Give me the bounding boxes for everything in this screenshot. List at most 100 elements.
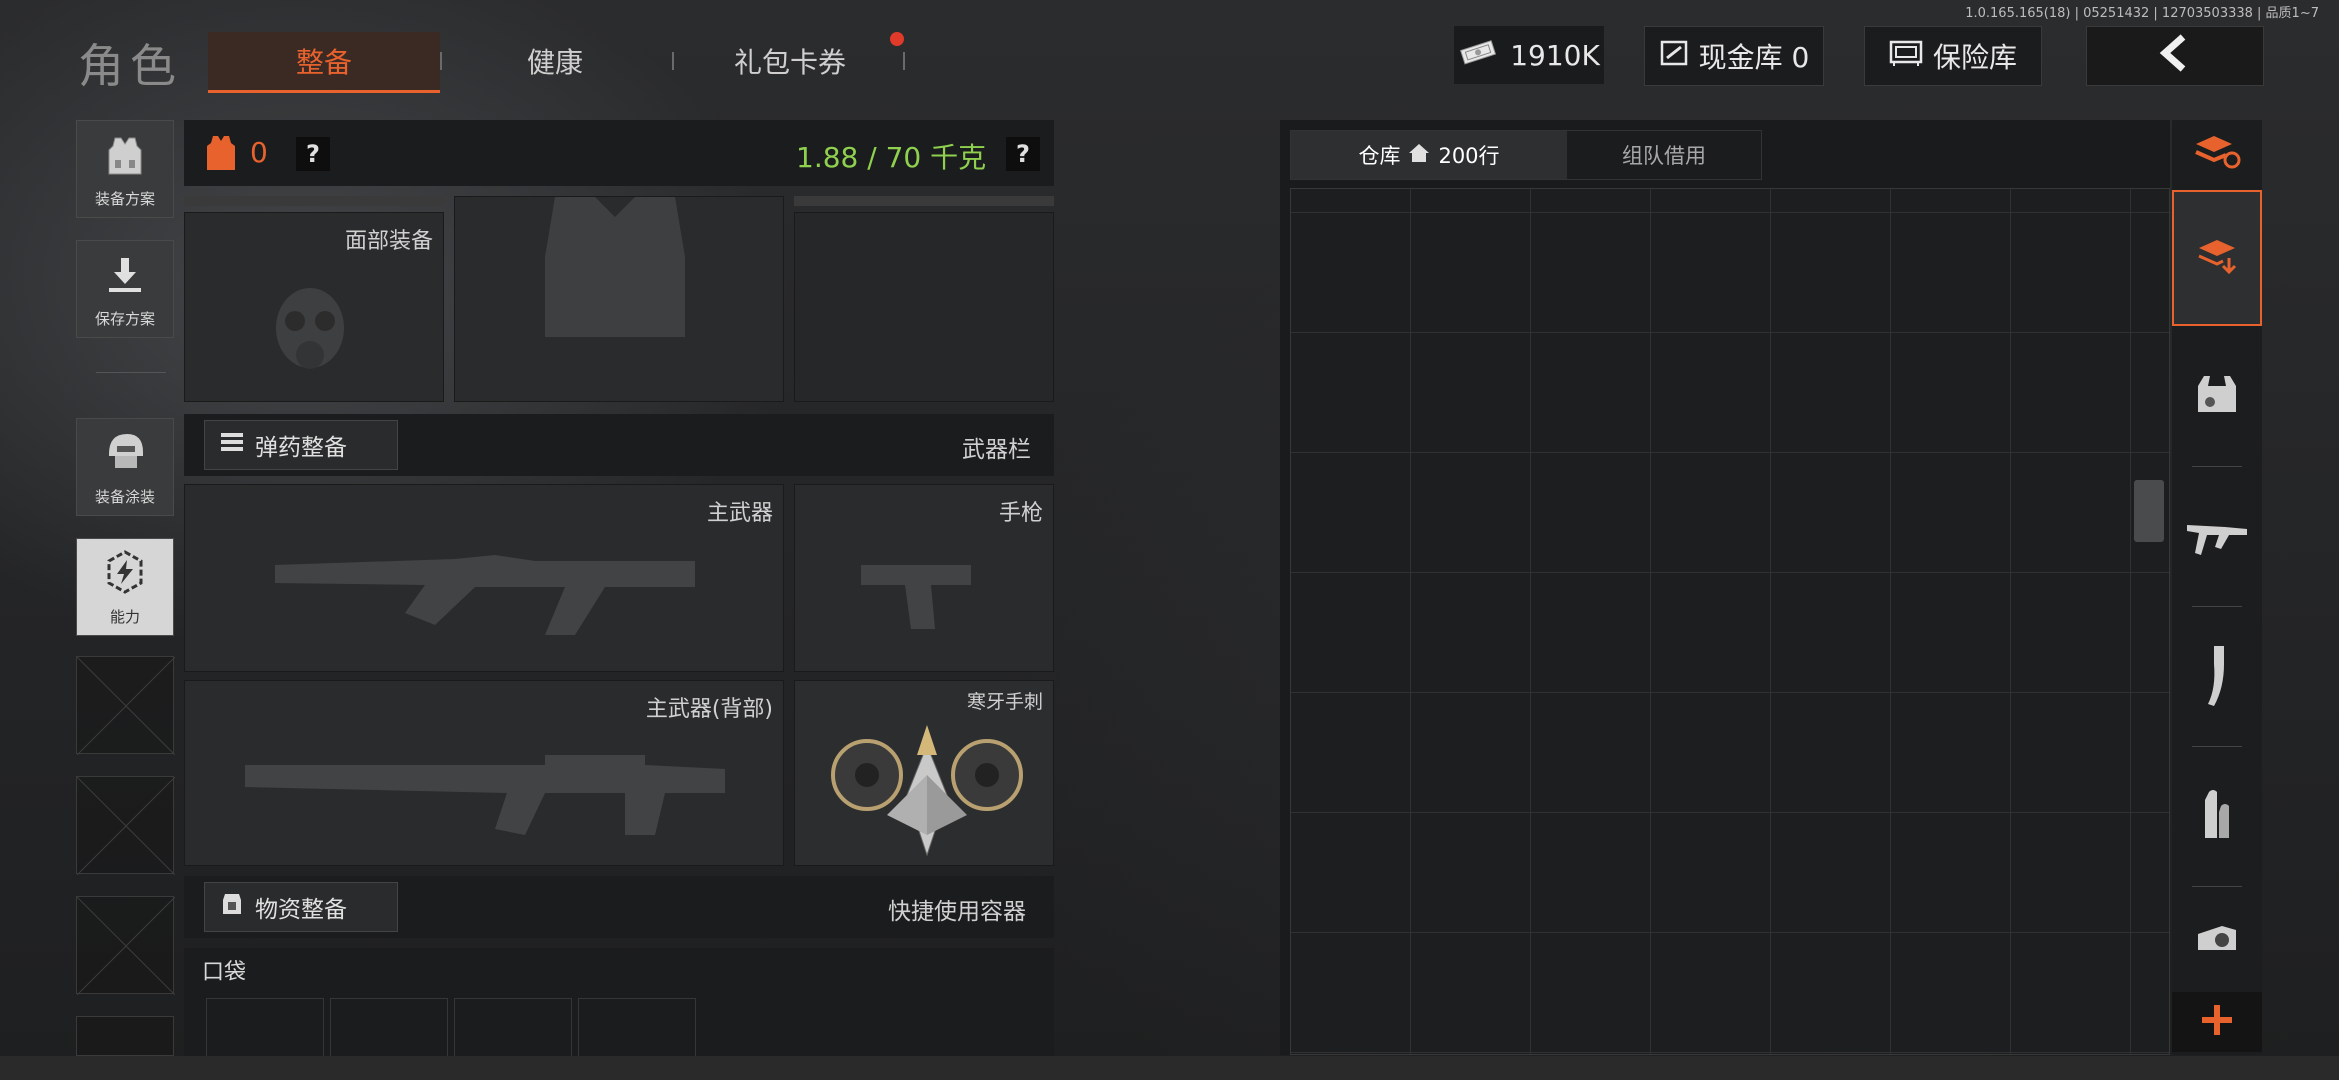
tab-divider (903, 52, 905, 70)
money-display[interactable]: 1910K (1454, 26, 1604, 84)
ammo-loadout-label: 弹药整备 (255, 435, 347, 461)
equipment-skin-button[interactable]: 装备涂装 (76, 418, 174, 516)
rail-divider (2192, 466, 2242, 467)
cash-vault-label: 现金库 0 (1698, 41, 1810, 74)
pistol-label: 手枪 (998, 501, 1043, 526)
empty-sidebar-slot (76, 656, 176, 756)
stash-scrollbar[interactable] (2134, 480, 2164, 542)
helmet-icon (101, 428, 149, 480)
stash-tabs: 仓库 200行 组队借用 (1290, 130, 1762, 180)
tab-warehouse[interactable]: 仓库 200行 (1291, 131, 1567, 179)
gas-mask-icon (265, 283, 355, 387)
primary-weapon-back-label: 主武器(背部) (645, 697, 773, 722)
melee-weapon-label: 寒牙手刺 (966, 691, 1043, 713)
pistol-slot[interactable]: 手枪 (794, 484, 1054, 672)
ammo-icon (219, 431, 245, 459)
pocket-slot[interactable] (454, 998, 572, 1056)
sidebar-item-label: 能力 (109, 608, 140, 626)
ability-button[interactable]: 能力 (76, 538, 174, 636)
tab-loadout[interactable]: 整备 (208, 32, 440, 93)
empty-sidebar-slot (76, 896, 176, 996)
notification-dot (890, 32, 904, 46)
stash-grid[interactable] (1290, 188, 2170, 1055)
ammo-loadout-button[interactable]: 弹药整备 (204, 420, 398, 470)
slot-strip (184, 196, 444, 206)
backpack-slot[interactable] (794, 212, 1054, 402)
armor-value: 0 (250, 136, 268, 169)
empty-sidebar-slot (76, 1016, 174, 1056)
rifle-icon (275, 525, 695, 649)
bottom-strip (0, 1056, 2339, 1080)
magazine-icon (2202, 644, 2232, 712)
empty-sidebar-slot (76, 776, 176, 876)
safe-box-label: 保险库 (1932, 41, 2017, 74)
armor-vest-icon (2194, 372, 2240, 420)
scope-icon (2192, 920, 2242, 968)
cash-vault-icon (1659, 38, 1689, 75)
filter-ammo-button[interactable] (2172, 756, 2262, 880)
cash-vault-button[interactable]: 现金库 0 (1644, 26, 1824, 86)
safe-box-button[interactable]: 保险库 (1864, 26, 2042, 86)
tab-team-borrow[interactable]: 组队借用 (1567, 131, 1761, 179)
assault-rifle-icon (245, 725, 725, 849)
bullets-icon (2199, 788, 2235, 848)
weight-help-button[interactable]: ? (1006, 137, 1040, 171)
face-gear-label: 面部装备 (344, 229, 433, 254)
money-amount: 1910K (1510, 38, 1600, 72)
rail-divider (2192, 606, 2242, 607)
primary-weapon-label: 主武器 (706, 501, 773, 526)
chevron-left-icon (2155, 33, 2195, 80)
stack-refresh-icon (2192, 132, 2242, 176)
filter-magazines-button[interactable] (2172, 616, 2262, 740)
safe-icon (1889, 39, 1923, 74)
ability-icon (101, 548, 149, 600)
weapon-bar-label: 武器栏 (962, 437, 1031, 463)
supply-icon (219, 890, 245, 924)
melee-slot[interactable]: 寒牙手刺 (794, 680, 1054, 866)
tab-health[interactable]: 健康 (470, 32, 640, 90)
cash-bundle-icon (1458, 37, 1500, 74)
tab-divider (440, 52, 442, 70)
filter-weapons-button[interactable] (2172, 476, 2262, 602)
pistol-icon (861, 555, 981, 639)
tab-gift-vouchers[interactable]: 礼包卡券 (690, 32, 890, 90)
sidebar-item-label: 保存方案 (94, 310, 155, 328)
plus-icon (2200, 1003, 2234, 1041)
filter-armor-button[interactable] (2172, 336, 2262, 456)
claw-knuckles-icon (817, 715, 1037, 869)
primary-weapon-slot[interactable]: 主武器 (184, 484, 784, 672)
filter-attachments-button[interactable] (2172, 896, 2262, 992)
body-armor-icon (535, 197, 695, 341)
body-armor-slot[interactable] (454, 196, 784, 402)
back-button[interactable] (2086, 26, 2264, 86)
loadout-preset-button[interactable]: 装备方案 (76, 120, 174, 218)
pocket-label: 口袋 (202, 960, 247, 985)
sidebar-divider (96, 372, 166, 373)
filter-all-button[interactable] (2172, 190, 2262, 326)
quick-container-label: 快捷使用容器 (888, 899, 1026, 925)
layers-down-icon (2195, 234, 2239, 282)
rail-divider (2192, 886, 2242, 887)
pocket-slot[interactable] (330, 998, 448, 1056)
pocket-slot[interactable] (206, 998, 324, 1056)
home-icon (1408, 143, 1430, 168)
armor-help-button[interactable]: ? (296, 137, 330, 171)
save-preset-button[interactable]: 保存方案 (76, 240, 174, 338)
supply-loadout-label: 物资整备 (255, 897, 347, 923)
page-title: 角色 (78, 39, 182, 93)
slot-strip (794, 196, 1054, 206)
face-gear-slot[interactable]: 面部装备 (184, 212, 444, 402)
add-filter-button[interactable] (2172, 992, 2262, 1052)
pocket-slot[interactable] (578, 998, 696, 1056)
download-icon (103, 254, 147, 302)
warehouse-rows: 200行 (1438, 144, 1500, 168)
version-info: 1.0.165.165(18) | 05251432 | 12703503338… (1965, 6, 2319, 21)
sort-stash-button[interactable] (2172, 124, 2262, 184)
sidebar-item-label: 装备方案 (94, 190, 155, 208)
sidebar-item-label: 装备涂装 (94, 488, 155, 506)
armor-icon (204, 134, 238, 176)
rail-divider (2192, 746, 2242, 747)
rifle-icon (2185, 515, 2249, 563)
supply-loadout-button[interactable]: 物资整备 (204, 882, 398, 932)
primary-weapon-back-slot[interactable]: 主武器(背部) (184, 680, 784, 866)
